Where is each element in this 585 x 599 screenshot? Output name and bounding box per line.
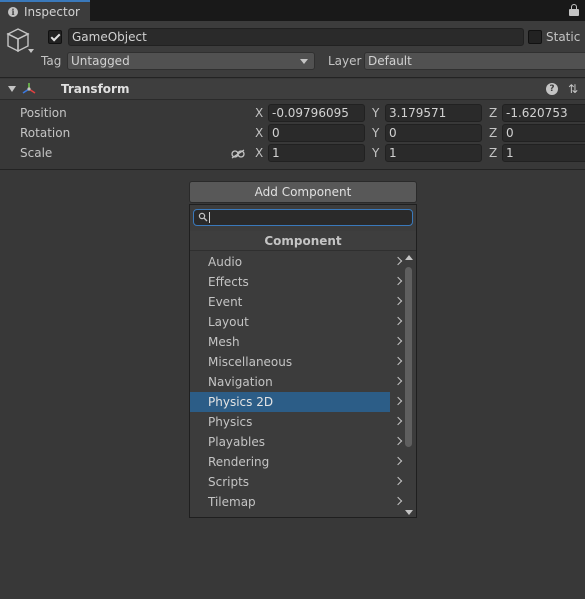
tag-dropdown[interactable]: Untagged xyxy=(67,52,315,70)
position-y-field[interactable]: 3.179571 xyxy=(385,104,482,122)
list-item-label: Navigation xyxy=(208,375,273,389)
list-item-audio[interactable]: Audio xyxy=(190,252,403,272)
chevron-right-icon xyxy=(393,416,403,426)
help-icon[interactable]: ? xyxy=(546,83,558,95)
list-item-partial[interactable] xyxy=(190,512,390,517)
layer-label: Layer xyxy=(328,54,362,68)
list-item-label: Layout xyxy=(208,315,249,329)
rotation-y-field[interactable]: 0 xyxy=(385,124,482,142)
list-item-physics[interactable]: Physics xyxy=(190,412,403,432)
layer-dropdown[interactable]: Default xyxy=(364,52,585,70)
position-label: Position xyxy=(20,106,67,120)
add-component-popup: Component Audio Effects Event Layout Mes… xyxy=(189,204,417,518)
list-item-physics-2d[interactable]: Physics 2D xyxy=(190,392,403,412)
axis-label[interactable]: Z xyxy=(489,106,497,120)
chevron-right-icon xyxy=(393,336,403,346)
info-icon: i xyxy=(8,6,18,17)
chevron-right-icon xyxy=(393,376,403,386)
add-component-button[interactable]: Add Component xyxy=(189,181,417,203)
chevron-down-icon[interactable] xyxy=(28,49,34,53)
scale-x-field[interactable]: 1 xyxy=(268,144,365,162)
chevron-right-icon xyxy=(393,276,403,286)
chevron-right-icon xyxy=(393,256,403,266)
list-item-mesh[interactable]: Mesh xyxy=(190,332,403,352)
foldout-arrow-icon[interactable] xyxy=(8,86,16,92)
component-title: Transform xyxy=(61,82,130,96)
list-item-label: Physics 2D xyxy=(208,395,274,409)
tag-label: Tag xyxy=(41,54,62,68)
list-item-label: Physics xyxy=(208,415,253,429)
scroll-down-icon[interactable] xyxy=(405,510,413,515)
list-item-label: Mesh xyxy=(208,335,240,349)
layer-value: Default xyxy=(368,54,412,68)
rotation-z-field[interactable]: 0 xyxy=(502,124,585,142)
axis-label[interactable]: X xyxy=(255,126,263,140)
list-item-scripts[interactable]: Scripts xyxy=(190,472,403,492)
list-item-label: Effects xyxy=(208,275,249,289)
scale-z-field[interactable]: 1 xyxy=(502,144,585,162)
transform-icon xyxy=(22,83,36,94)
chevron-right-icon xyxy=(393,456,403,466)
chevron-right-icon xyxy=(393,436,403,446)
text-cursor xyxy=(209,212,210,223)
axis-label[interactable]: Y xyxy=(372,126,379,140)
list-item-label: Scripts xyxy=(208,475,250,489)
list-item-playables[interactable]: Playables xyxy=(190,432,403,452)
axis-label[interactable]: Y xyxy=(372,146,379,160)
gameobject-header: GameObject Static Tag Untagged Layer Def… xyxy=(0,21,585,78)
tag-value: Untagged xyxy=(71,54,130,68)
static-toggle[interactable] xyxy=(528,30,542,44)
chevron-right-icon xyxy=(393,296,403,306)
axis-label[interactable]: X xyxy=(255,146,263,160)
axis-label[interactable]: Z xyxy=(489,126,497,140)
list-item-label: Tilemap xyxy=(208,495,256,509)
transform-header[interactable]: Transform ? ⇅ xyxy=(0,79,585,100)
list-item-miscellaneous[interactable]: Miscellaneous xyxy=(190,352,403,372)
list-item-label: Rendering xyxy=(208,455,270,469)
list-item-event[interactable]: Event xyxy=(190,292,403,312)
constrain-proportions-icon[interactable] xyxy=(231,149,245,159)
list-title: Component xyxy=(190,231,416,251)
list-item-label: Event xyxy=(208,295,243,309)
tab-inspector[interactable]: i Inspector xyxy=(0,0,90,21)
list-item-label: Audio xyxy=(208,255,243,269)
axis-label[interactable]: Z xyxy=(489,146,497,160)
position-x-field[interactable]: -0.09796095 xyxy=(268,104,365,122)
name-field[interactable]: GameObject xyxy=(68,28,524,46)
scrollbar[interactable] xyxy=(404,253,414,517)
rotation-x-field[interactable]: 0 xyxy=(268,124,365,142)
chevron-right-icon xyxy=(393,396,403,406)
tab-label: Inspector xyxy=(24,4,80,19)
scroll-up-icon[interactable] xyxy=(405,255,413,260)
search-input[interactable] xyxy=(193,209,413,226)
list-item-layout[interactable]: Layout xyxy=(190,312,403,332)
list-item-tilemap[interactable]: Tilemap xyxy=(190,492,403,512)
chevron-right-icon xyxy=(393,316,403,326)
chevron-right-icon xyxy=(393,356,403,366)
scrollbar-thumb[interactable] xyxy=(405,267,412,447)
transform-properties: Position X -0.09796095 Y 3.179571 Z -1.6… xyxy=(0,100,585,170)
chevron-right-icon xyxy=(393,496,403,506)
scale-label: Scale xyxy=(20,146,53,160)
scale-y-field[interactable]: 1 xyxy=(385,144,482,162)
position-z-field[interactable]: -1.620753 xyxy=(502,104,585,122)
cube-icon[interactable] xyxy=(6,27,30,53)
rotation-label: Rotation xyxy=(20,126,71,140)
static-label: Static xyxy=(546,30,581,44)
lock-icon[interactable] xyxy=(569,4,579,16)
search-icon xyxy=(198,212,208,222)
active-toggle[interactable] xyxy=(48,30,62,44)
list-item-navigation[interactable]: Navigation xyxy=(190,372,403,392)
chevron-down-icon xyxy=(300,59,308,64)
settings-icon[interactable]: ⇅ xyxy=(566,82,580,96)
list-item-label: Miscellaneous xyxy=(208,355,293,369)
axis-label[interactable]: Y xyxy=(372,106,379,120)
list-item-label: Playables xyxy=(208,435,265,449)
list-item-rendering[interactable]: Rendering xyxy=(190,452,403,472)
tab-bar: i Inspector xyxy=(0,0,585,21)
chevron-right-icon xyxy=(393,476,403,486)
list-item-effects[interactable]: Effects xyxy=(190,272,403,292)
axis-label[interactable]: X xyxy=(255,106,263,120)
